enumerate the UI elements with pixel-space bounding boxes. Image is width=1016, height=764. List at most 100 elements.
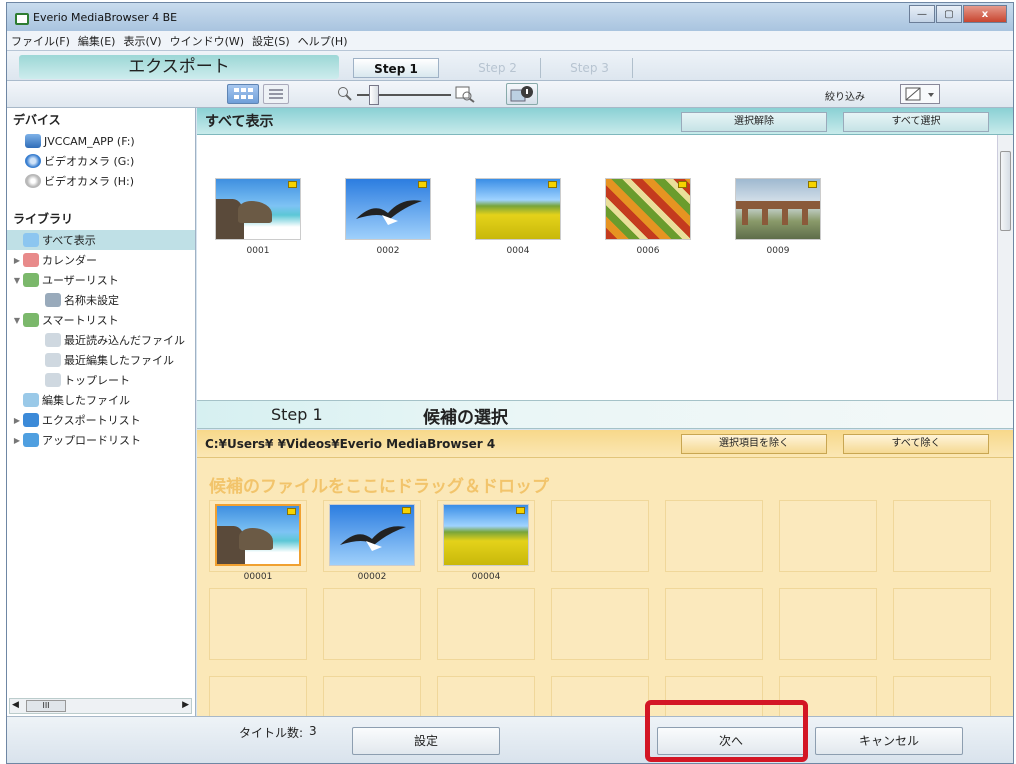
app-window: Everio MediaBrowser 4 BE — ▢ x ファイル(F) 編… [6, 2, 1014, 764]
list-icon [23, 433, 39, 447]
sidebar-item-7[interactable]: トップレート [7, 370, 195, 390]
step-bar: エクスポート Step 1 Step 2 Step 3 [7, 51, 1013, 81]
filter-dropdown[interactable] [900, 84, 940, 104]
expand-arrow-icon[interactable]: ▶ [11, 436, 23, 445]
list-view-icon[interactable] [263, 84, 289, 104]
close-button[interactable]: x [963, 5, 1007, 23]
candidate-slot[interactable] [779, 588, 877, 660]
sidebar-item-label: スマートリスト [42, 314, 119, 327]
menu-edit[interactable]: 編集(E) [78, 33, 116, 49]
path-bar: C:¥Users¥ ¥Videos¥Everio MediaBrowser 4 … [197, 430, 1013, 458]
candidate-slot[interactable] [551, 500, 649, 572]
sidebar-item-1[interactable]: ▶ カレンダー [7, 250, 195, 270]
scroll-right-arrow[interactable]: ▶ [182, 700, 189, 710]
zoom-out-icon[interactable] [337, 86, 353, 102]
sidebar-item-label: アップロードリスト [42, 434, 141, 447]
sidebar-item-label: カレンダー [42, 254, 97, 267]
step-1-tab: Step 1 [353, 58, 439, 78]
settings-button[interactable]: 設定 [352, 727, 500, 755]
sidebar-item-4[interactable]: ▼ スマートリスト [7, 310, 195, 330]
step-section-step: Step 1 [271, 405, 323, 424]
sidebar-hscrollbar[interactable]: ◀ III ▶ [9, 698, 192, 714]
info-icon[interactable] [506, 83, 538, 105]
menu-file[interactable]: ファイル(F) [11, 33, 70, 49]
candidate-slot[interactable] [665, 588, 763, 660]
media-thumbnail[interactable] [605, 178, 691, 240]
menu-view[interactable]: 表示(V) [123, 33, 161, 49]
list-icon [45, 333, 61, 347]
sidebar-item-8[interactable]: 編集したファイル [7, 390, 195, 410]
select-all-button[interactable]: すべて選択 [843, 112, 989, 132]
rating-star-icon [288, 181, 297, 188]
media-browser: すべて表示 選択解除 すべて選択 0001 0002 0004 0006 0009 [197, 108, 1013, 400]
mode-title: エクスポート [19, 55, 339, 79]
candidate-area[interactable]: C:¥Users¥ ¥Videos¥Everio MediaBrowser 4 … [197, 430, 1013, 748]
sidebar-item-label: エクスポートリスト [42, 414, 141, 427]
candidate-slot[interactable] [779, 500, 877, 572]
sidebar-item-3[interactable]: 名称未設定 [7, 290, 195, 310]
footer: タイトル数: 3 設定 次へ キャンセル [7, 716, 1013, 763]
candidate-slot[interactable] [437, 588, 535, 660]
next-button[interactable]: 次へ [657, 727, 805, 755]
expand-arrow-icon[interactable]: ▼ [11, 316, 23, 325]
sidebar-item-2[interactable]: ▼ ユーザーリスト [7, 270, 195, 290]
grid-view-icon[interactable] [227, 84, 259, 104]
candidate-slot[interactable] [209, 588, 307, 660]
browser-scroll-thumb[interactable] [1000, 151, 1011, 231]
candidate-slot[interactable] [893, 588, 991, 660]
sidebar-item-5[interactable]: 最近読み込んだファイル [7, 330, 195, 350]
candidate-thumbnail[interactable] [215, 504, 301, 566]
candidate-slot[interactable] [665, 500, 763, 572]
sidebar-item-0[interactable]: すべて表示 [7, 230, 195, 250]
list-icon [23, 393, 39, 407]
thumbnail-label: 0006 [636, 246, 660, 256]
list-icon [23, 313, 39, 327]
rating-star-icon [418, 181, 427, 188]
sidebar-item-9[interactable]: ▶ エクスポートリスト [7, 410, 195, 430]
device-video-camera-g[interactable]: ビデオカメラ (G:) [7, 151, 195, 171]
title-count-label: タイトル数: [239, 726, 304, 740]
thumbnail-label: 0001 [246, 246, 270, 256]
expand-arrow-icon[interactable]: ▼ [11, 276, 23, 285]
deselect-button[interactable]: 選択解除 [681, 112, 827, 132]
list-icon [45, 293, 61, 307]
remove-all-button[interactable]: すべて除く [843, 434, 989, 454]
rating-star-icon [287, 508, 296, 515]
remove-selected-button[interactable]: 選択項目を除く [681, 434, 827, 454]
expand-arrow-icon[interactable]: ▶ [11, 256, 23, 265]
list-icon [45, 353, 61, 367]
maximize-button[interactable]: ▢ [936, 5, 962, 23]
media-thumbnail[interactable] [345, 178, 431, 240]
sidebar-item-6[interactable]: 最近編集したファイル [7, 350, 195, 370]
candidate-slot[interactable] [893, 500, 991, 572]
media-thumbnail[interactable] [475, 178, 561, 240]
step-2-tab: Step 2 [455, 58, 541, 78]
thumbnail-label: 0002 [376, 246, 400, 256]
candidate-slot[interactable] [323, 588, 421, 660]
browser-scrollbar[interactable] [997, 135, 1013, 400]
cancel-button[interactable]: キャンセル [815, 727, 963, 755]
candidate-label: 00004 [471, 572, 501, 582]
menu-bar: ファイル(F) 編集(E) 表示(V) ウインドウ(W) 設定(S) ヘルプ(H… [7, 31, 1013, 51]
expand-arrow-icon[interactable]: ▶ [11, 416, 23, 425]
zoom-in-icon[interactable] [455, 85, 475, 103]
scroll-thumb[interactable]: III [26, 700, 66, 712]
minimize-button[interactable]: — [909, 5, 935, 23]
media-thumbnail[interactable] [735, 178, 821, 240]
menu-settings[interactable]: 設定(S) [252, 33, 290, 49]
device-jvccam[interactable]: JVCCAM_APP (F:) [7, 131, 195, 151]
media-thumbnail[interactable] [215, 178, 301, 240]
zoom-slider-handle[interactable] [369, 85, 379, 105]
menu-window[interactable]: ウインドウ(W) [170, 33, 244, 49]
sidebar-item-10[interactable]: ▶ アップロードリスト [7, 430, 195, 450]
device-video-camera-h[interactable]: ビデオカメラ (H:) [7, 171, 195, 191]
list-icon [45, 373, 61, 387]
rating-star-icon [548, 181, 557, 188]
candidate-thumbnail[interactable] [329, 504, 415, 566]
rating-star-icon [808, 181, 817, 188]
menu-help[interactable]: ヘルプ(H) [298, 33, 348, 49]
sidebar-item-label: 最近編集したファイル [64, 354, 174, 367]
candidate-thumbnail[interactable] [443, 504, 529, 566]
candidate-slot[interactable] [551, 588, 649, 660]
scroll-left-arrow[interactable]: ◀ [12, 700, 19, 710]
